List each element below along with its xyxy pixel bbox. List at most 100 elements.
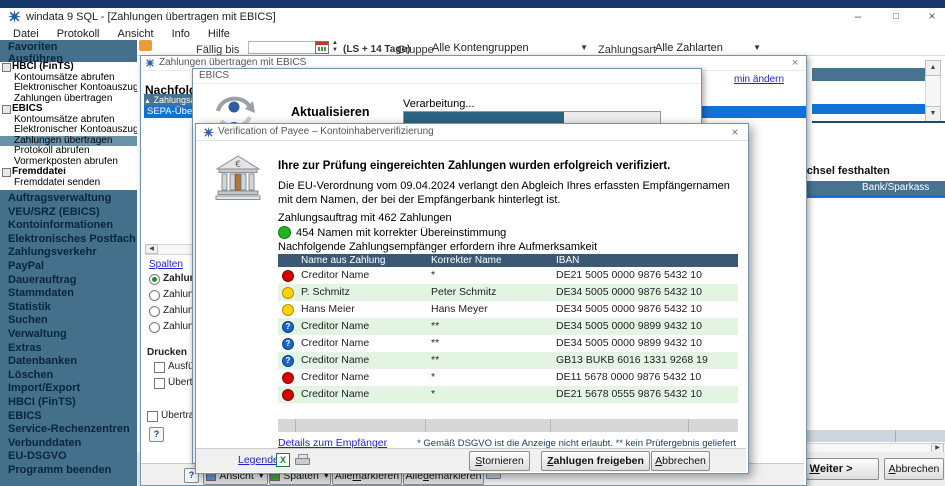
sidebar-item[interactable]: Favoriten [0, 42, 137, 54]
calendar-icon[interactable] [315, 41, 329, 54]
sidebar-item[interactable]: Stammdaten [0, 287, 137, 301]
ausfuehrung-checkbox[interactable] [154, 362, 165, 373]
uebertragung2-checkbox[interactable] [147, 411, 158, 422]
minimize-button[interactable]: – [845, 8, 871, 26]
korrekter-name-cell: Hans Meyer [431, 301, 556, 318]
bank-icon: € [214, 153, 262, 204]
close-icon[interactable]: × [788, 57, 802, 69]
spalten-link[interactable]: Spalten [149, 259, 183, 270]
iban-cell: DE34 5005 0000 9899 9432 10 [556, 335, 744, 352]
date-stepper[interactable]: ▲▼ [330, 40, 340, 54]
sidebar-tree-item[interactable]: Fremddatei senden [0, 178, 137, 189]
sidebar-item[interactable]: Verbunddaten [0, 437, 137, 451]
sidebar-tree-item[interactable]: Zahlungen übertragen [0, 94, 137, 105]
abbrechen-main-button[interactable]: Abbrechen [884, 458, 944, 480]
sidebar-tree-item[interactable]: Fremddatei [0, 167, 137, 178]
sidebar-tree-item[interactable]: EBICS [0, 104, 137, 115]
table-row[interactable]: Creditor Name ** DE34 5005 0000 9899 943… [278, 335, 738, 352]
iban-cell: GB13 BUKB 6016 1331 9268 19 [556, 352, 744, 369]
name-cell: Creditor Name [295, 318, 431, 335]
sidebar-item[interactable]: Elektronisches Postfach [0, 233, 137, 247]
sidebar-item[interactable]: Import/Export [0, 382, 137, 396]
sidebar-item[interactable]: Kontoinformationen [0, 219, 137, 233]
maximize-button[interactable]: □ [883, 8, 909, 26]
excel-export-icon[interactable]: X [276, 453, 290, 467]
sidebar-item[interactable]: Löschen [0, 369, 137, 383]
radio-icon [149, 290, 160, 301]
status-icon [282, 270, 294, 282]
korrekter-name-column-header[interactable]: Korrekter Name [431, 254, 556, 267]
close-icon[interactable]: × [728, 126, 742, 138]
uebertragung1-checkbox[interactable] [154, 378, 165, 389]
menu-item[interactable]: Hilfe [199, 27, 239, 41]
table-row[interactable]: Creditor Name ** DE34 5005 0000 9899 943… [278, 318, 738, 335]
sidebar-tree-item[interactable]: HBCI (FinTS) [0, 62, 137, 73]
table-row[interactable]: Creditor Name * DE21 5005 0000 9876 5432… [278, 267, 738, 284]
radio-icon [149, 322, 160, 333]
scroll-left-icon[interactable]: ◀ [145, 244, 158, 254]
sidebar-item[interactable]: Datenbanken [0, 355, 137, 369]
sidebar-item[interactable]: Auftragsverwaltung [0, 192, 137, 206]
sidebar-item[interactable]: EBICS [0, 410, 137, 424]
sidebar: FavoritenAusführen HBCI (FinTS) Kontoums… [0, 40, 137, 486]
bg-selected-row-fragment [812, 104, 926, 114]
name-column-header[interactable]: Name aus Zahlung [295, 254, 431, 267]
kontengruppen-value: Alle Kontengruppen [432, 42, 529, 54]
menu-item[interactable]: Datei [4, 27, 48, 41]
scroll-down-icon[interactable]: ▼ [925, 106, 941, 122]
faellig-bis-input[interactable] [248, 41, 318, 54]
bank-column-header[interactable]: Bank/Sparkass [862, 181, 929, 195]
sidebar-item[interactable]: Suchen [0, 314, 137, 328]
vop-dialog-titlebar: Verification of Payee – Kontoinhaberveri… [196, 124, 748, 141]
status-icon [282, 304, 294, 316]
sidebar-item[interactable]: HBCI (FinTS) [0, 396, 137, 410]
app-window: windata 9 SQL - [Zahlungen übertragen mi… [0, 0, 945, 486]
sidebar-tree-item[interactable]: Vormerkposten abrufen [0, 157, 137, 168]
iban-cell: DE11 5678 0000 9876 5432 10 [556, 369, 744, 386]
legende-link[interactable]: Legende [238, 454, 279, 466]
menu-bar: DateiProtokollAnsichtInfoHilfe [0, 27, 945, 41]
termin-aendern-link[interactable]: min ändern [734, 74, 784, 85]
sidebar-item[interactable]: PayPal [0, 260, 137, 274]
vop-button-strip: Legende X Stornieren Zahlugen freigeben … [196, 448, 746, 472]
zahlungen-freigeben-button[interactable]: Zahlugen freigeben [541, 451, 650, 471]
bg-divider-line [812, 121, 945, 123]
iban-column-header[interactable]: IBAN [556, 254, 744, 267]
child-window-title: Zahlungen übertragen mit EBICS [159, 57, 306, 68]
sidebar-item[interactable]: Zahlungsverkehr [0, 246, 137, 260]
menu-item[interactable]: Protokoll [48, 27, 109, 41]
table-row[interactable]: Creditor Name * DE11 5678 0000 9876 5432… [278, 369, 738, 386]
menu-item[interactable]: Ansicht [108, 27, 162, 41]
table-row[interactable]: P. Schmitz Peter Schmitz DE34 5005 0000 … [278, 284, 738, 301]
sidebar-tree-item[interactable]: Elektronischer Kontoauszug abrufen [0, 125, 137, 136]
sidebar-item[interactable]: Dauerauftrag [0, 274, 137, 288]
status-icon [282, 338, 294, 350]
sidebar-item[interactable]: Statistik [0, 301, 137, 315]
sidebar-item[interactable]: Extras [0, 342, 137, 356]
sidebar-tree-item[interactable]: Protokoll abrufen [0, 146, 137, 157]
abbrechen-button[interactable]: Abbrechen [651, 451, 710, 471]
kontengruppen-dropdown[interactable]: Alle Kontengruppen ▼ [430, 41, 588, 54]
table-row[interactable]: Hans Meier Hans Meyer DE34 5005 0000 987… [278, 301, 738, 318]
stornieren-button[interactable]: Stornieren [469, 451, 530, 471]
sidebar-tree-item[interactable]: Kontoumsätze abrufen [0, 73, 137, 84]
menu-item[interactable]: Info [163, 27, 199, 41]
zahlarten-dropdown[interactable]: Alle Zahlarten ▼ [653, 41, 713, 54]
name-cell: Creditor Name [295, 369, 431, 386]
sidebar-tree-item[interactable]: Elektronischer Kontoauszug abrufen [0, 83, 137, 94]
name-cell: Creditor Name [295, 335, 431, 352]
help-icon[interactable]: ? [149, 427, 164, 442]
status-icon [282, 355, 294, 367]
table-row[interactable]: Creditor Name * DE21 5678 0555 9876 5432… [278, 386, 738, 403]
scroll-up-icon[interactable]: ▲ [925, 60, 941, 76]
sidebar-item[interactable]: Service-Rechenzentren [0, 423, 137, 437]
sidebar-item[interactable]: VEU/SRZ (EBICS) [0, 206, 137, 220]
sidebar-tree-item[interactable]: Kontoumsätze abrufen [0, 115, 137, 126]
table-row[interactable]: Creditor Name ** GB13 BUKB 6016 1331 926… [278, 352, 738, 369]
sidebar-item[interactable]: EU-DSGVO [0, 450, 137, 464]
sidebar-tree-item[interactable]: Zahlungen übertragen [0, 136, 137, 147]
sidebar-item[interactable]: Programm beenden [0, 464, 137, 478]
close-button[interactable]: × [919, 8, 945, 26]
iban-cell: DE34 5005 0000 9876 5432 10 [556, 284, 744, 301]
sidebar-item[interactable]: Verwaltung [0, 328, 137, 342]
